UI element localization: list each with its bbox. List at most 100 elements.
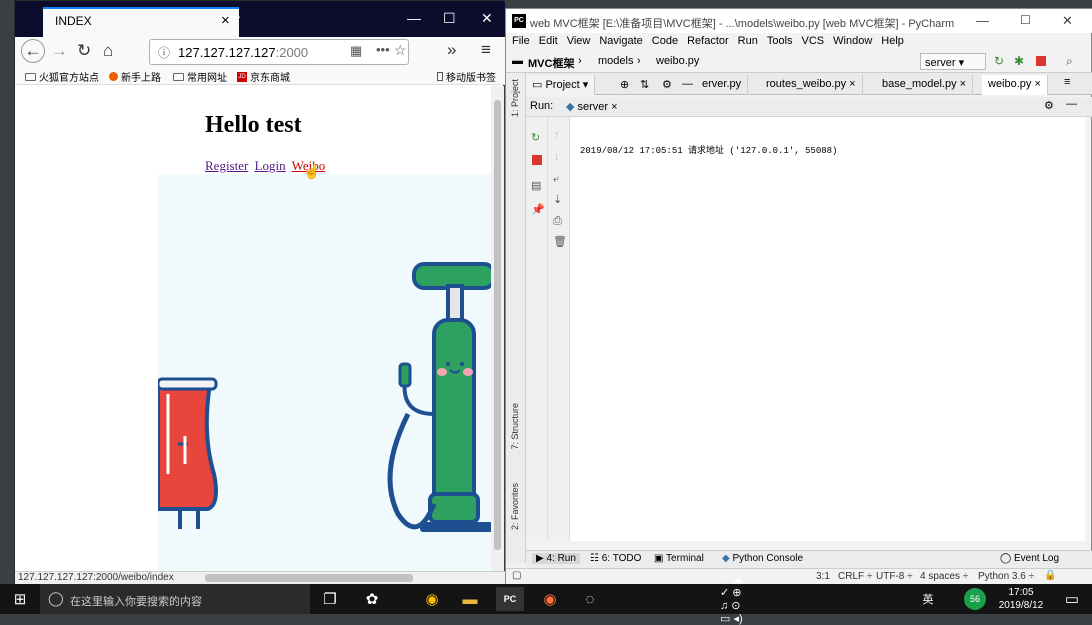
- chrome-icon[interactable]: ◉: [418, 587, 446, 611]
- trash-icon[interactable]: 🗑: [553, 235, 567, 248]
- locate-icon[interactable]: ⊕: [614, 75, 635, 95]
- home-icon[interactable]: ⌂: [103, 41, 113, 61]
- login-link[interactable]: Login: [255, 158, 286, 173]
- task-view-icon[interactable]: ❐: [316, 587, 344, 611]
- menu-vcs[interactable]: VCS: [802, 35, 825, 51]
- menu-help[interactable]: Help: [881, 35, 904, 51]
- tab-run[interactable]: ▶ 4: Run: [532, 553, 580, 564]
- menu-navigate[interactable]: Navigate: [599, 35, 642, 51]
- forward-icon[interactable]: →: [51, 41, 68, 61]
- maximize-icon[interactable]: ☐: [1020, 13, 1031, 27]
- pycharm-taskbar-icon[interactable]: PC: [496, 587, 524, 611]
- menu-tools[interactable]: Tools: [767, 35, 793, 51]
- event-log-button[interactable]: ◯ Event Log: [1000, 553, 1059, 564]
- breadcrumb-project[interactable]: MVC框架: [528, 55, 574, 71]
- settings-gear-icon[interactable]: ⚙: [656, 75, 678, 95]
- project-tool-button[interactable]: 1: Project: [510, 79, 520, 117]
- hide-panel-icon[interactable]: —: [1066, 98, 1077, 110]
- favorites-tool-button[interactable]: 2: Favorites: [510, 483, 520, 530]
- menu-code[interactable]: Code: [652, 35, 678, 51]
- maximize-icon[interactable]: ☐: [443, 10, 456, 27]
- file-explorer-icon[interactable]: ▬: [456, 587, 484, 611]
- file-encoding[interactable]: UTF-8 ÷: [876, 571, 913, 582]
- menu-window[interactable]: Window: [833, 35, 872, 51]
- indent-setting[interactable]: 4 spaces ÷: [920, 571, 968, 582]
- tab-routes-weibo-py[interactable]: routes_weibo.py ×: [760, 75, 863, 95]
- minimize-icon[interactable]: —: [976, 13, 989, 28]
- url-bar[interactable]: ⓘ 127.127.127.127:2000 ▦ ••• ☆: [149, 39, 409, 65]
- run-config-select[interactable]: server ▾: [920, 53, 986, 70]
- tool-window-toggle-icon[interactable]: ▢: [512, 570, 521, 581]
- settings-gear-icon[interactable]: ⚙: [1044, 99, 1054, 112]
- browser-tab-index[interactable]: INDEX ×: [43, 7, 239, 37]
- rerun-icon[interactable]: ↻: [994, 54, 1004, 68]
- windows-start-icon[interactable]: ⊞: [6, 587, 34, 611]
- clock[interactable]: 17:05 2019/8/12: [994, 586, 1048, 612]
- breadcrumb-models[interactable]: models: [598, 55, 633, 67]
- bookmark-star-icon[interactable]: ☆: [394, 42, 407, 59]
- project-toolwindow-header[interactable]: ▭ Project ▾: [526, 75, 596, 95]
- menu-view[interactable]: View: [567, 35, 591, 51]
- stop-icon[interactable]: [532, 155, 542, 165]
- page-actions-icon[interactable]: •••: [376, 42, 390, 57]
- new-tab-icon[interactable]: +: [229, 7, 241, 30]
- bookmark-item[interactable]: 常用网址: [173, 69, 227, 84]
- scroll-to-end-icon[interactable]: ⇣: [553, 193, 562, 206]
- hamburger-menu-icon[interactable]: ≡: [481, 40, 491, 60]
- rerun-icon[interactable]: ↻: [531, 131, 540, 144]
- tab-list-icon[interactable]: ≡: [1064, 76, 1070, 88]
- mobile-bookmarks[interactable]: 移动版书签: [437, 69, 496, 84]
- stop-icon[interactable]: [1036, 56, 1046, 66]
- tab-weibo-py[interactable]: weibo.py ×: [982, 75, 1048, 95]
- bookmark-item[interactable]: 火狐官方站点: [25, 69, 99, 84]
- tab-python-console[interactable]: ◆ Python Console: [722, 553, 803, 564]
- pin-icon[interactable]: 📌: [531, 203, 545, 216]
- lock-icon[interactable]: 🔒: [1044, 570, 1056, 581]
- close-window-icon[interactable]: ✕: [481, 10, 493, 27]
- scrollbar-thumb[interactable]: [494, 100, 501, 550]
- page-scrollbar[interactable]: [491, 86, 504, 571]
- debug-icon[interactable]: ✱: [1014, 54, 1024, 68]
- menu-edit[interactable]: Edit: [539, 35, 558, 51]
- tab-base-model-py[interactable]: base_model.py ×: [876, 75, 974, 95]
- python-interpreter[interactable]: Python 3.6 ÷: [978, 571, 1034, 582]
- qr-code-icon[interactable]: ▦: [350, 43, 362, 59]
- horizontal-scrollbar-thumb[interactable]: [205, 574, 413, 582]
- notification-icon[interactable]: ▭: [1058, 587, 1086, 611]
- tray-badge-icon[interactable]: 56: [964, 588, 986, 610]
- run-config-tab[interactable]: ◆ server ×: [566, 100, 618, 113]
- app-icon[interactable]: ✿: [358, 587, 386, 611]
- ime-indicator[interactable]: 英: [914, 587, 942, 611]
- menu-file[interactable]: File: [512, 35, 530, 51]
- print-icon[interactable]: ⎙: [553, 215, 562, 228]
- run-console[interactable]: 2019/08/12 17:05:51 请求地址 ('127.0.0.1', 5…: [570, 117, 1085, 541]
- tab-todo[interactable]: ☷ 6: TODO: [590, 553, 641, 564]
- tray-icons[interactable]: ⌃ ☁ ✓ ⊕ ♫ ⊙ ▭ ◂): [720, 574, 748, 625]
- up-arrow-icon[interactable]: ↑: [554, 129, 560, 141]
- reload-icon[interactable]: ↻: [77, 41, 91, 61]
- bookmark-item[interactable]: 新手上路: [109, 69, 161, 84]
- register-link[interactable]: Register: [205, 158, 248, 173]
- structure-tool-button[interactable]: 7: Structure: [510, 403, 520, 450]
- breadcrumb-file[interactable]: weibo.py: [656, 55, 699, 67]
- collapse-icon[interactable]: ⇅: [634, 75, 655, 95]
- menu-run[interactable]: Run: [738, 35, 758, 51]
- tab-terminal[interactable]: ▣ Terminal: [654, 553, 704, 564]
- minimize-icon[interactable]: —: [407, 10, 421, 26]
- overflow-chevron-icon[interactable]: »: [447, 40, 456, 60]
- soft-wrap-icon[interactable]: ⤶: [553, 173, 559, 186]
- bookmark-item[interactable]: JD 京东商城: [237, 69, 290, 84]
- app-icon[interactable]: ◌: [576, 587, 604, 611]
- site-info-icon[interactable]: ⓘ: [158, 44, 170, 61]
- down-arrow-icon[interactable]: ↓: [554, 151, 560, 163]
- caret-position[interactable]: 3:1: [816, 571, 830, 582]
- firefox-taskbar-icon[interactable]: ◉: [536, 587, 564, 611]
- menu-refactor[interactable]: Refactor: [687, 35, 729, 51]
- line-separator[interactable]: CRLF ÷: [838, 571, 872, 582]
- tab-server-py[interactable]: erver.py: [696, 75, 749, 95]
- close-window-icon[interactable]: ✕: [1062, 13, 1073, 29]
- search-everywhere-icon[interactable]: ⌕: [1066, 54, 1073, 69]
- back-icon[interactable]: ←: [21, 39, 45, 63]
- layout-icon[interactable]: ▤: [531, 179, 541, 192]
- taskbar-search-box[interactable]: ◯ 在这里输入你要搜索的内容: [40, 584, 310, 614]
